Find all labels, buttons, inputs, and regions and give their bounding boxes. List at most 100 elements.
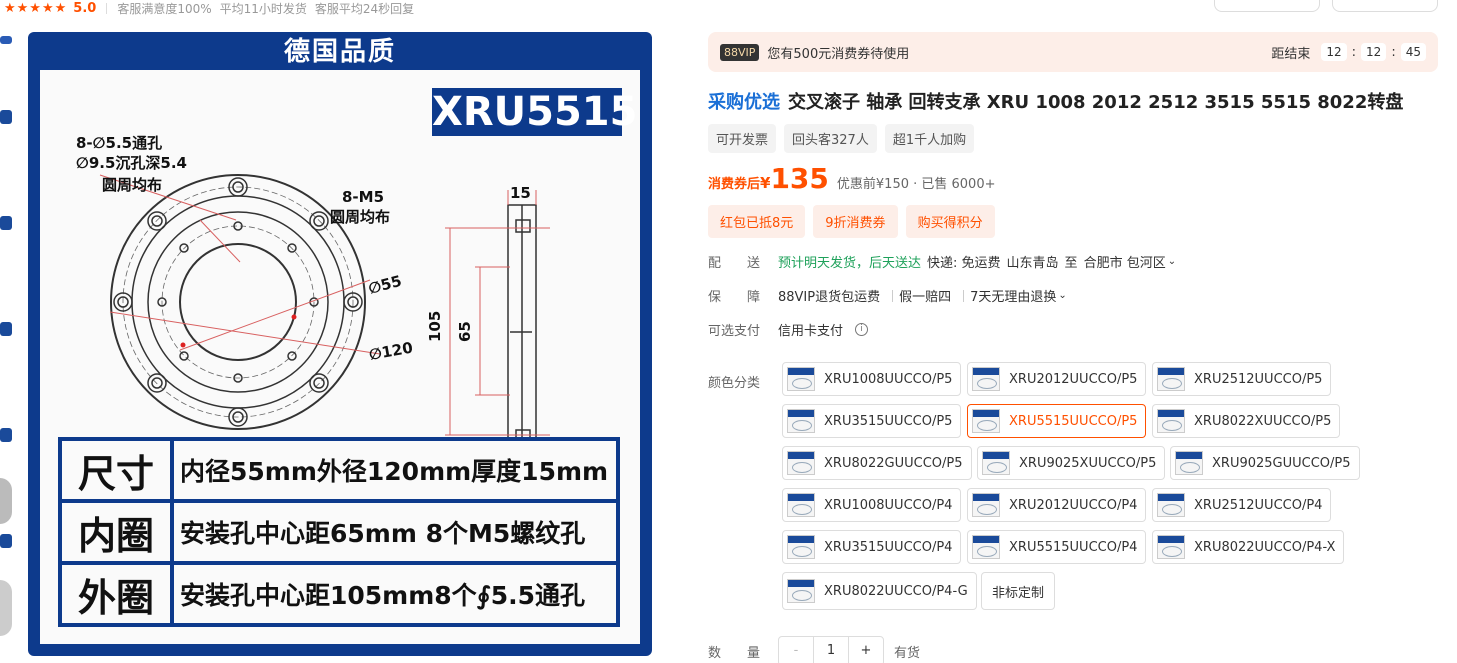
delivery-label: 配 送 <box>708 256 761 271</box>
chip-invoice: 可开发票 <box>708 124 777 153</box>
sku-option-selected[interactable]: XRU5515UUCCO/P5 <box>967 404 1147 438</box>
countdown: 距结束 12 : 12 : 45 <box>1271 43 1426 62</box>
side-view <box>507 204 537 440</box>
quantity-input[interactable]: 1 <box>813 637 849 663</box>
sku-label: XRU1008UUCCO/P5 <box>824 371 953 387</box>
sku-thumbnail <box>1175 451 1203 475</box>
thumbnail[interactable] <box>0 580 12 636</box>
divider <box>963 289 965 302</box>
top-action-button-1[interactable] <box>1214 0 1320 12</box>
countdown-colon: : <box>1391 44 1396 60</box>
delivery-row: 配 送 预计明天发货，后天送达 快递: 免运费 山东青岛 至 合肥市 包河区 ⌄ <box>708 252 1176 271</box>
stat-shipping-time: 平均11小时发货 <box>219 1 307 16</box>
spec-row: 外圈 安装孔中心距105mm8个∮5.5通孔 <box>58 561 620 627</box>
main-product-image: 德国品质 8-∅5.5通孔 ∅9.5沉孔深5.4 圆周均布 8-M5 圆周均布 … <box>28 32 652 656</box>
sku-option[interactable]: XRU3515UUCCO/P4 <box>782 530 962 564</box>
spec-key: 尺寸 <box>58 437 174 503</box>
thumbnail[interactable] <box>0 322 12 336</box>
thumbnail[interactable] <box>0 478 12 524</box>
sku-label: XRU3515UUCCO/P5 <box>824 413 953 429</box>
thumbnail[interactable] <box>0 36 12 44</box>
sku-label: XRU9025XUUCCO/P5 <box>1019 455 1157 471</box>
price-row: 消费券后 ¥ 135 优惠前¥150 · 已售 6000+ <box>708 162 996 195</box>
sku-thumbnail <box>787 451 815 475</box>
sku-option[interactable]: XRU5515UUCCO/P4 <box>967 530 1147 564</box>
payment-label: 可选支付 <box>708 324 761 339</box>
vip-coupon-bar[interactable]: 88VIP 您有500元消费券待使用 距结束 12 : 12 : 45 <box>708 32 1438 72</box>
price-label: 消费券后 <box>708 177 761 192</box>
guarantee-row: 保 障 88VIP退货包运费 假一赔四 7天无理由退换 ⌄ <box>708 286 1067 305</box>
sku-option[interactable]: XRU8022GUUCCO/P5 <box>782 446 972 480</box>
sku-option[interactable]: XRU8022UUCCO/P4-X <box>1152 530 1345 564</box>
image-header: 德国品质 <box>283 37 396 67</box>
chevron-down-icon[interactable]: ⌄ <box>1058 290 1066 301</box>
sku-option[interactable]: XRU2012UUCCO/P4 <box>967 488 1147 522</box>
sku-option[interactable]: XRU9025GUUCCO/P5 <box>1170 446 1360 480</box>
decrement-button[interactable]: - <box>779 637 813 663</box>
thumbnail[interactable] <box>0 216 12 230</box>
quantity-row: 数 量 - 1 + 有货 <box>708 636 920 663</box>
promo-red-packet[interactable]: 红包已抵8元 <box>708 205 806 238</box>
sku-label: XRU8022GUUCCO/P5 <box>824 455 963 471</box>
sku-label: XRU2012UUCCO/P4 <box>1009 497 1138 513</box>
sku-thumbnail <box>972 367 1000 391</box>
annot-m5-line1: 8-M5 <box>342 188 384 206</box>
spec-table: 尺寸 内径55mm外径120mm厚度15mm 内圈 安装孔中心距65mm 8个M… <box>58 437 620 627</box>
sku-label: XRU2512UUCCO/P5 <box>1194 371 1323 387</box>
divider <box>892 289 894 302</box>
dim-105: 105 <box>426 311 444 342</box>
thumbnail[interactable] <box>0 110 12 124</box>
vip-badge: 88VIP <box>720 43 760 61</box>
sku-option[interactable]: XRU3515UUCCO/P5 <box>782 404 962 438</box>
inner-ring-circle <box>147 211 329 393</box>
info-icon[interactable]: i <box>855 323 869 336</box>
promo-coupon[interactable]: 9折消费券 <box>813 205 898 238</box>
countdown-minutes: 12 <box>1361 43 1387 61</box>
quantity-stepper: - 1 + <box>778 636 884 663</box>
quantity-label: 数 量 <box>708 645 761 661</box>
sku-option[interactable]: XRU9025XUUCCO/P5 <box>977 446 1166 480</box>
annot-holes-line1: 8-∅5.5通孔 <box>76 134 162 152</box>
promo-points[interactable]: 购买得积分 <box>905 205 995 238</box>
delivery-destination[interactable]: 合肥市 包河区 <box>1084 252 1166 271</box>
sku-option[interactable]: XRU1008UUCCO/P5 <box>782 362 962 396</box>
thumbnail[interactable] <box>0 428 12 442</box>
side-dim-lines <box>445 190 550 436</box>
thumbnail[interactable] <box>0 534 12 548</box>
guarantee-item[interactable]: 7天无理由退换 <box>970 286 1056 305</box>
sku-option-custom[interactable]: 非标定制 <box>981 572 1056 610</box>
sku-thumbnail <box>1157 409 1185 433</box>
spec-value: 安装孔中心距65mm 8个M5螺纹孔 <box>170 499 620 565</box>
spec-row: 内圈 安装孔中心距65mm 8个M5螺纹孔 <box>58 499 620 565</box>
sku-label: XRU5515UUCCO/P4 <box>1009 539 1138 555</box>
sku-thumbnail <box>972 535 1000 559</box>
payment-row: 可选支付 信用卡支付 i <box>708 320 869 339</box>
spec-key: 外圈 <box>58 561 174 627</box>
sku-label: XRU3515UUCCO/P4 <box>824 539 953 555</box>
sku-option[interactable]: XRU8022XUUCCO/P5 <box>1152 404 1341 438</box>
countdown-hours: 12 <box>1321 43 1347 61</box>
spec-key: 内圈 <box>58 499 174 565</box>
outer-holes <box>113 177 363 427</box>
sku-option[interactable]: XRU2512UUCCO/P4 <box>1152 488 1332 522</box>
sku-thumbnail <box>972 409 1000 433</box>
pcd-inner <box>161 225 315 379</box>
rating-score: 5.0 <box>73 0 97 16</box>
product-title: 采购优选 交叉滚子 轴承 回转支承 XRU 1008 2012 2512 3515… <box>708 88 1403 114</box>
sku-label: XRU9025GUUCCO/P5 <box>1212 455 1351 471</box>
chevron-down-icon[interactable]: ⌄ <box>1168 256 1176 267</box>
dim-55: ∅55 <box>366 272 403 298</box>
top-action-button-2[interactable] <box>1332 0 1438 12</box>
spec-value: 安装孔中心距105mm8个∮5.5通孔 <box>170 561 620 627</box>
sku-option[interactable]: XRU2012UUCCO/P5 <box>967 362 1147 396</box>
sku-option[interactable]: XRU1008UUCCO/P4 <box>782 488 962 522</box>
increment-button[interactable]: + <box>849 637 883 663</box>
payment-method: 信用卡支付 <box>778 324 844 339</box>
thumbnail-strip <box>0 30 14 650</box>
sku-thumbnail <box>787 535 815 559</box>
sku-option[interactable]: XRU2512UUCCO/P5 <box>1152 362 1332 396</box>
sku-option[interactable]: XRU8022UUCCO/P4-G <box>782 572 977 610</box>
model-label: XRU5515 <box>432 88 638 136</box>
outer-circle <box>110 174 366 430</box>
sku-thumbnail <box>1157 535 1185 559</box>
